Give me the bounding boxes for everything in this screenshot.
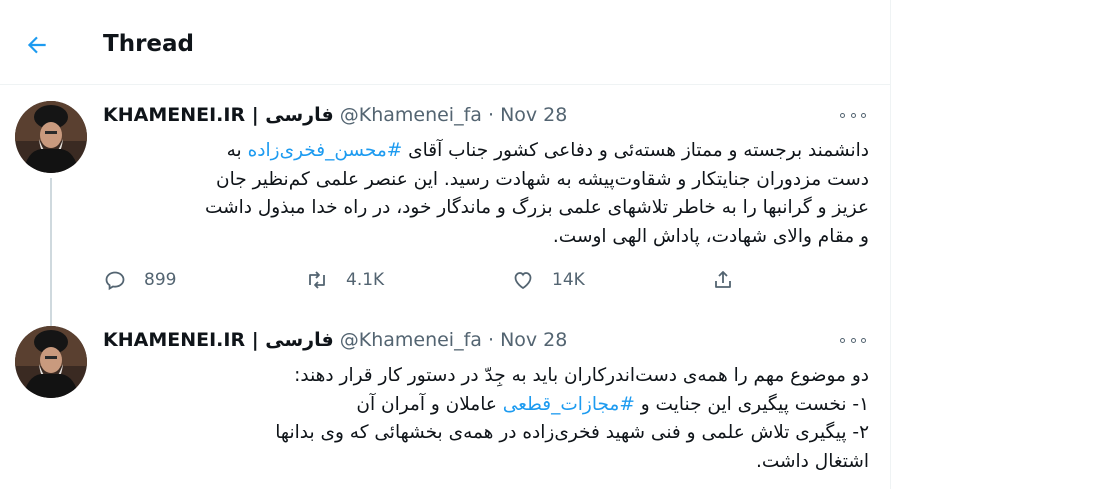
tweet-text-part: دانشمند برجسته و ممتاز هسته‌ئی و دفاعی ک… bbox=[402, 140, 869, 161]
hashtag-link[interactable]: #محسن_فخری‌زاده bbox=[248, 140, 403, 161]
tweet-meta: KHAMENEI.IR | فارسی @Khamenei_fa · Nov 2… bbox=[103, 329, 567, 351]
more-dot-icon bbox=[850, 337, 856, 343]
like-count: 14K bbox=[552, 270, 585, 290]
reply-count: 899 bbox=[144, 270, 177, 290]
author-handle[interactable]: @Khamenei_fa bbox=[340, 104, 482, 126]
more-dot-icon bbox=[850, 112, 856, 118]
meta-separator: · bbox=[487, 329, 495, 351]
retweet-icon bbox=[309, 271, 325, 289]
reply-button[interactable]: 899 bbox=[103, 268, 176, 292]
more-options-button[interactable] bbox=[840, 332, 866, 348]
avatar[interactable] bbox=[15, 326, 87, 398]
author-name[interactable]: KHAMENEI.IR | فارسی bbox=[103, 329, 334, 351]
share-button[interactable] bbox=[711, 268, 735, 292]
more-dot-icon bbox=[840, 337, 845, 343]
retweet-count: 4.1K bbox=[346, 270, 385, 290]
avatar[interactable] bbox=[15, 101, 87, 173]
heart-icon bbox=[514, 272, 532, 290]
like-button[interactable]: 14K bbox=[511, 268, 585, 292]
tweet[interactable]: KHAMENEI.IR | فارسی @Khamenei_fa · Nov 2… bbox=[0, 85, 890, 398]
tweet-text: دو موضوع مهم را همه‌ی دست‌اندرکاران باید… bbox=[103, 362, 869, 476]
hashtag-link[interactable]: #مجازات_قطعی bbox=[503, 394, 635, 415]
more-dot-icon bbox=[861, 112, 866, 118]
back-button[interactable] bbox=[22, 30, 52, 60]
more-dot-icon bbox=[840, 112, 845, 118]
arrow-left-icon bbox=[27, 36, 46, 54]
meta-separator: · bbox=[487, 104, 495, 126]
share-icon bbox=[715, 271, 731, 288]
tweet-actions: 899 4.1K 14K bbox=[103, 268, 743, 298]
thread-header: Thread bbox=[0, 0, 890, 85]
tweet-meta: KHAMENEI.IR | فارسی @Khamenei_fa · Nov 2… bbox=[103, 104, 567, 126]
more-dot-icon bbox=[861, 337, 866, 343]
more-options-button[interactable] bbox=[840, 107, 866, 123]
page-title: Thread bbox=[103, 31, 194, 57]
author-name[interactable]: KHAMENEI.IR | فارسی bbox=[103, 104, 334, 126]
tweet-date[interactable]: Nov 28 bbox=[500, 329, 567, 351]
thread-column: Thread KHAMENEI.IR | فارسی @Khamenei_fa … bbox=[0, 0, 891, 489]
tweet[interactable]: KHAMENEI.IR | فارسی @Khamenei_fa · Nov 2… bbox=[0, 310, 890, 489]
author-handle[interactable]: @Khamenei_fa bbox=[340, 329, 482, 351]
tweet-date[interactable]: Nov 28 bbox=[500, 104, 567, 126]
tweet-text: دانشمند برجسته و ممتاز هسته‌ئی و دفاعی ک… bbox=[103, 137, 869, 251]
reply-icon bbox=[105, 271, 125, 291]
retweet-button[interactable]: 4.1K bbox=[305, 268, 384, 292]
